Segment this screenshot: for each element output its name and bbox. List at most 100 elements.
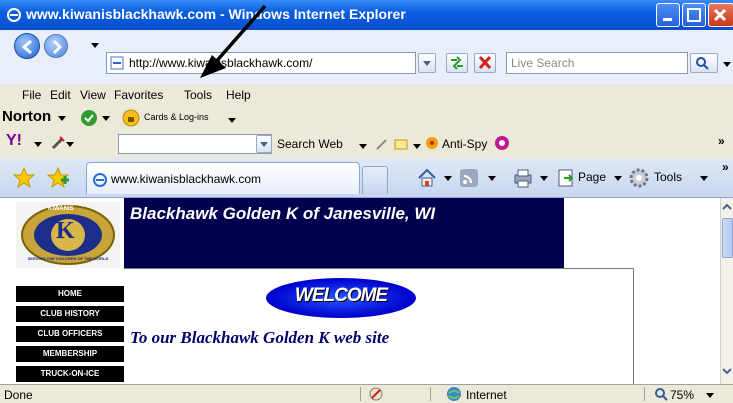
yahoo-dropdown-icon[interactable]: [34, 140, 42, 148]
welcome-subheading: To our Blackhawk Golden K web site: [130, 328, 390, 347]
yahoo-search-input[interactable]: [118, 134, 272, 154]
norton-dropdown-icon[interactable]: [58, 114, 66, 122]
maximize-icon: [687, 8, 701, 22]
address-bar[interactable]: http://www.kiwanisblackhawk.com/: [106, 52, 416, 74]
favorites-star-icon[interactable]: [12, 166, 36, 190]
pencil-icon[interactable]: [50, 135, 66, 151]
menu-edit[interactable]: Edit: [50, 88, 71, 102]
cards-dropdown-icon[interactable]: [228, 116, 236, 124]
command-bar-overflow-chevron[interactable]: »: [722, 160, 729, 174]
search-options-icon[interactable]: [722, 59, 732, 69]
yahoo-search-dropdown[interactable]: [256, 135, 272, 153]
search-input[interactable]: Live Search: [511, 56, 574, 70]
refresh-button[interactable]: [446, 53, 468, 73]
scroll-down-icon[interactable]: [722, 366, 732, 376]
norton-brand[interactable]: Norton: [2, 108, 51, 125]
stop-icon: [478, 55, 492, 70]
menu-view[interactable]: View: [80, 88, 106, 102]
logo-letter: K: [56, 218, 75, 244]
history-dropdown-icon[interactable]: [90, 40, 100, 50]
search-web-button[interactable]: Search Web: [277, 137, 343, 151]
forward-arrow-icon: [52, 39, 63, 55]
address-dropdown-button[interactable]: [418, 53, 436, 73]
home-icon[interactable]: [416, 167, 438, 189]
status-text: Done: [4, 388, 33, 402]
tools-menu-button[interactable]: Tools: [654, 170, 682, 184]
minimize-icon: [663, 18, 672, 21]
mail-icon[interactable]: [393, 136, 409, 152]
chevron-down-icon: [260, 142, 268, 147]
antispy-button[interactable]: Anti-Spy: [442, 137, 487, 151]
cards-logins-button[interactable]: Cards & Log-ins: [144, 112, 209, 122]
feeds-icon[interactable]: [458, 167, 480, 189]
browser-window: www.kiwanisblackhawk.com - Windows Inter…: [0, 0, 733, 403]
norton-toolbar: Norton Cards & Log-ins: [0, 106, 733, 130]
privacy-report-icon[interactable]: [368, 386, 384, 402]
internet-zone-icon: [447, 387, 461, 401]
tab-label: www.kiwanisblackhawk.com: [111, 172, 262, 186]
yahoo-360-icon[interactable]: [494, 135, 510, 151]
page-dropdown-icon[interactable]: [614, 174, 622, 182]
pencil-dropdown-icon[interactable]: [66, 140, 74, 148]
status-separator: [644, 387, 645, 401]
norton-check-icon[interactable]: [80, 109, 98, 127]
site-title: Blackhawk Golden K of Janesville, WI: [130, 204, 436, 223]
feeds-dropdown-icon[interactable]: [488, 174, 496, 182]
toolbar-overflow-chevron[interactable]: »: [718, 134, 725, 148]
new-tab-button[interactable]: [362, 166, 388, 194]
check-dropdown-icon[interactable]: [102, 114, 110, 122]
refresh-icon: [451, 56, 463, 70]
print-icon[interactable]: [512, 167, 534, 189]
home-dropdown-icon[interactable]: [444, 174, 452, 182]
status-separator: [430, 387, 431, 401]
welcome-text: WELCOME: [294, 285, 388, 306]
nav-truck-on-ice[interactable]: TRUCK-ON-ICE: [16, 366, 124, 382]
menu-help[interactable]: Help: [226, 88, 251, 102]
yahoo-logo[interactable]: Y!: [6, 132, 22, 150]
tab-kiwanisblackhawk[interactable]: www.kiwanisblackhawk.com: [86, 162, 360, 194]
menu-tools[interactable]: Tools: [184, 88, 212, 102]
nav-home[interactable]: HOME: [16, 286, 124, 302]
stop-button[interactable]: [474, 53, 496, 73]
close-icon: [713, 8, 727, 22]
ie-page-icon: [93, 173, 107, 187]
maximize-button[interactable]: [682, 3, 706, 27]
page-icon: [110, 56, 124, 70]
mail-dropdown-icon[interactable]: [413, 142, 421, 150]
back-arrow-icon: [21, 39, 32, 55]
nav-club-officers[interactable]: CLUB OFFICERS: [16, 326, 124, 342]
address-input[interactable]: http://www.kiwanisblackhawk.com/: [129, 56, 312, 70]
scroll-up-icon[interactable]: [722, 202, 732, 212]
window-title: www.kiwanisblackhawk.com - Windows Inter…: [26, 6, 406, 22]
title-bar: www.kiwanisblackhawk.com - Windows Inter…: [0, 0, 733, 30]
page-menu-button[interactable]: Page: [578, 170, 606, 184]
gear-icon: [629, 168, 649, 188]
site-navigation: HOME CLUB HISTORY CLUB OFFICERS MEMBERSH…: [16, 268, 124, 384]
scrollbar-thumb[interactable]: [722, 218, 733, 258]
tools-dropdown-icon[interactable]: [700, 174, 708, 182]
search-box[interactable]: Live Search: [506, 52, 688, 74]
zoom-dropdown-icon[interactable]: [706, 391, 714, 399]
lock-icon: [122, 109, 140, 127]
logo-ring-top: KIWANIS: [48, 206, 74, 212]
add-favorite-icon[interactable]: [46, 166, 70, 190]
back-button[interactable]: [14, 33, 40, 59]
minimize-button[interactable]: [656, 3, 680, 27]
forward-button[interactable]: [44, 34, 68, 58]
zoom-icon: [655, 388, 668, 401]
highlighter-icon[interactable]: [375, 137, 389, 151]
nav-membership[interactable]: MEMBERSHIP: [16, 346, 124, 362]
nav-club-history[interactable]: CLUB HISTORY: [16, 306, 124, 322]
zoom-level-button[interactable]: 75%: [670, 388, 694, 402]
close-button[interactable]: [708, 3, 733, 27]
kiwanis-logo: K KIWANIS SERVING THE CHILDREN OF THE WO…: [16, 202, 120, 268]
web-page-viewport: K KIWANIS SERVING THE CHILDREN OF THE WO…: [0, 198, 720, 384]
print-dropdown-icon[interactable]: [540, 174, 548, 182]
search-button[interactable]: [690, 53, 718, 73]
menu-file[interactable]: File: [22, 88, 41, 102]
search-web-dropdown-icon[interactable]: [359, 142, 367, 150]
chevron-down-icon: [423, 61, 431, 66]
menu-bar: File Edit View Favorites Tools Help: [0, 84, 733, 106]
vertical-scrollbar[interactable]: [720, 198, 733, 384]
menu-favorites[interactable]: Favorites: [114, 88, 163, 102]
